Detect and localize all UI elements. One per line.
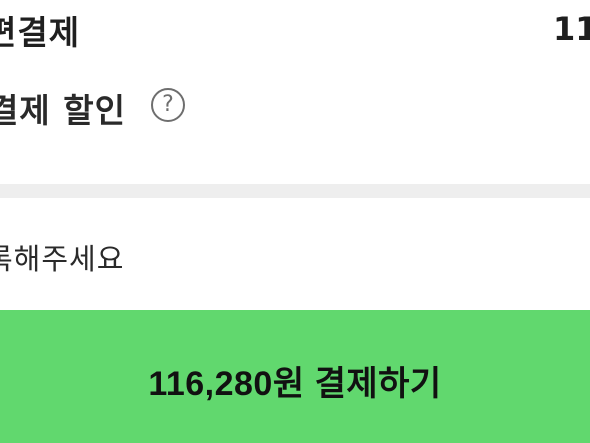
payment-method-row[interactable]: 편결제 11: [0, 0, 590, 62]
register-prompt-text: 록해주세요: [0, 242, 125, 276]
payment-method-label: 편결제: [0, 13, 81, 52]
checkout-button-label: 116,280원 결제하기: [148, 365, 442, 403]
payment-discount-row: 결제 할인 ?: [0, 78, 590, 138]
checkout-button[interactable]: 116,280원 결제하기: [0, 310, 590, 443]
payment-discount-label: 결제 할인: [0, 91, 126, 130]
payment-amount: 11: [553, 10, 590, 48]
help-icon[interactable]: ?: [151, 88, 185, 122]
register-prompt-row[interactable]: 록해주세요: [0, 228, 590, 288]
section-divider: [0, 184, 590, 198]
